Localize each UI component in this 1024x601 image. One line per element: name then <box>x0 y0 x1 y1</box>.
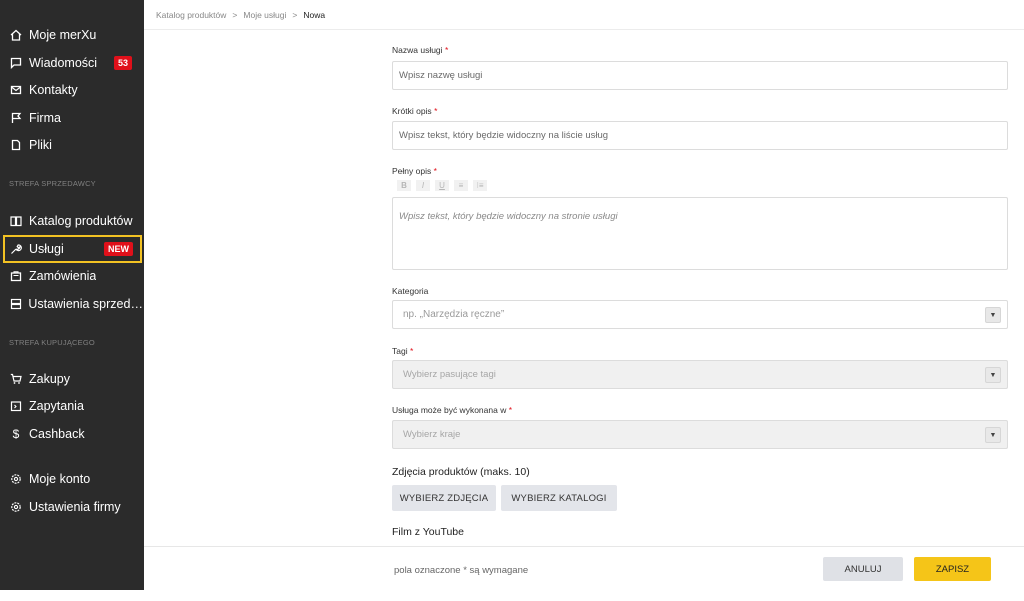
name-label: Nazwa usługi * <box>392 45 449 55</box>
sidebar-item-zakupy[interactable]: Zakupy <box>0 366 144 392</box>
sidebar-item-ustawienia-sprzedazy[interactable]: Ustawienia sprzedaży <box>0 291 144 317</box>
bold-button[interactable]: B <box>397 180 411 191</box>
full-description-placeholder: Wpisz tekst, który będzie widoczny na st… <box>399 211 618 222</box>
sidebar-item-cashback[interactable]: $ Cashback <box>0 421 144 447</box>
countries-label: Usługa może być wykonana w * <box>392 405 513 415</box>
inquiry-icon <box>9 399 23 413</box>
home-icon <box>9 28 23 42</box>
sidebar-item-label: Pliki <box>29 138 52 152</box>
choose-photos-button[interactable]: WYBIERZ ZDJĘCIA <box>392 485 496 511</box>
full-desc-label: Pełny opis * <box>392 166 437 176</box>
sidebar-item-label: Cashback <box>29 427 85 441</box>
breadcrumb-current: Nowa <box>303 9 326 20</box>
breadcrumb: Katalog produktów > Moje usługi > Nowa <box>144 0 1024 30</box>
sidebar-item-pliki[interactable]: Pliki <box>0 132 144 158</box>
category-select[interactable]: np. „Narzędzia ręczne” ▼ <box>392 300 1008 329</box>
save-button[interactable]: ZAPISZ <box>914 557 991 581</box>
countries-placeholder: Wybierz kraje <box>403 429 461 440</box>
breadcrumb-link-moje-uslugi[interactable]: Moje usługi <box>243 10 286 20</box>
underline-button[interactable]: U <box>435 180 449 191</box>
gear-icon <box>9 500 23 514</box>
sidebar-item-moje-merxu[interactable]: Moje merXu <box>0 22 144 48</box>
cart-icon <box>9 372 23 386</box>
sidebar-item-zamowienia[interactable]: Zamówienia <box>0 263 144 289</box>
sidebar-item-firma[interactable]: Firma <box>0 105 144 131</box>
sidebar-item-label: Usługi <box>29 242 64 256</box>
form-footer: pola oznaczone * są wymagane ANULUJ ZAPI… <box>144 546 1024 592</box>
messages-count-badge: 53 <box>114 56 133 70</box>
breadcrumb-link-katalog[interactable]: Katalog produktów <box>156 10 226 20</box>
bottom-strip <box>0 592 1024 601</box>
tags-select[interactable]: Wybierz pasujące tagi ▼ <box>392 360 1008 389</box>
sidebar-item-moje-konto[interactable]: Moje konto <box>0 466 144 492</box>
settings-box-icon <box>9 297 22 311</box>
breadcrumb-separator: > <box>292 9 298 20</box>
sidebar: Moje merXu Wiadomości 53 Kontakty Firma … <box>0 0 144 590</box>
numbered-list-button[interactable]: ⁝≡ <box>473 180 487 191</box>
service-name-placeholder: Wpisz nazwę usługi <box>399 70 483 81</box>
rich-text-toolbar: B I U ≡ ⁝≡ <box>397 180 487 191</box>
tags-placeholder: Wybierz pasujące tagi <box>403 369 496 380</box>
chevron-down-icon[interactable]: ▼ <box>985 367 1001 383</box>
sidebar-item-label: Kontakty <box>29 83 78 97</box>
chevron-down-icon[interactable]: ▼ <box>985 307 1001 323</box>
sidebar-item-label: Ustawienia sprzedaży <box>28 297 144 311</box>
sidebar-item-zapytania[interactable]: Zapytania <box>0 393 144 419</box>
cancel-button[interactable]: ANULUJ <box>823 557 903 581</box>
sidebar-item-label: Ustawienia firmy <box>29 500 121 514</box>
short-desc-label: Krótki opis * <box>392 106 438 116</box>
message-icon <box>9 56 23 70</box>
flag-icon <box>9 111 23 125</box>
chevron-down-icon[interactable]: ▼ <box>985 427 1001 443</box>
short-description-placeholder: Wpisz tekst, który będzie widoczny na li… <box>399 130 609 141</box>
short-description-input[interactable]: Wpisz tekst, który będzie widoczny na li… <box>392 121 1008 150</box>
full-description-textarea[interactable]: Wpisz tekst, który będzie widoczny na st… <box>392 197 1008 270</box>
breadcrumb-separator: > <box>232 9 238 20</box>
sidebar-item-label: Firma <box>29 111 61 125</box>
sidebar-item-label: Katalog produktów <box>29 214 133 228</box>
gear-icon <box>9 472 23 486</box>
sidebar-item-label: Moje konto <box>29 472 91 486</box>
wrench-icon <box>9 242 23 256</box>
sidebar-item-label: Zakupy <box>29 372 70 386</box>
sidebar-item-label: Moje merXu <box>29 28 97 42</box>
new-badge: NEW <box>104 242 133 256</box>
dollar-icon: $ <box>12 427 20 441</box>
bullet-list-button[interactable]: ≡ <box>454 180 468 191</box>
category-placeholder: np. „Narzędzia ręczne” <box>403 309 505 320</box>
sidebar-item-ustawienia-firmy[interactable]: Ustawienia firmy <box>0 494 144 520</box>
sidebar-item-label: Zapytania <box>29 399 84 413</box>
service-name-input[interactable]: Wpisz nazwę usługi <box>392 61 1008 90</box>
sidebar-item-kontakty[interactable]: Kontakty <box>0 77 144 103</box>
photos-label: Zdjęcia produktów (maks. 10) <box>392 466 530 478</box>
required-fields-note: pola oznaczone * są wymagane <box>394 565 529 576</box>
category-label: Kategoria <box>392 286 429 296</box>
sidebar-item-label: Wiadomości <box>29 56 98 70</box>
file-icon <box>9 138 23 152</box>
choose-catalogs-button[interactable]: WYBIERZ KATALOGI <box>501 485 617 511</box>
italic-button[interactable]: I <box>416 180 430 191</box>
sidebar-item-katalog-produktow[interactable]: Katalog produktów <box>0 208 144 234</box>
contacts-icon <box>9 83 23 97</box>
section-title-seller: STREFA SPRZEDAWCY <box>9 179 96 188</box>
section-title-buyer: STREFA KUPUJĄCEGO <box>9 338 95 347</box>
sidebar-item-label: Zamówienia <box>29 269 97 283</box>
bag-icon <box>9 269 23 283</box>
countries-select[interactable]: Wybierz kraje ▼ <box>392 420 1008 449</box>
book-icon <box>9 214 23 228</box>
youtube-label: Film z YouTube <box>392 526 464 538</box>
tags-label: Tagi * <box>392 346 414 356</box>
